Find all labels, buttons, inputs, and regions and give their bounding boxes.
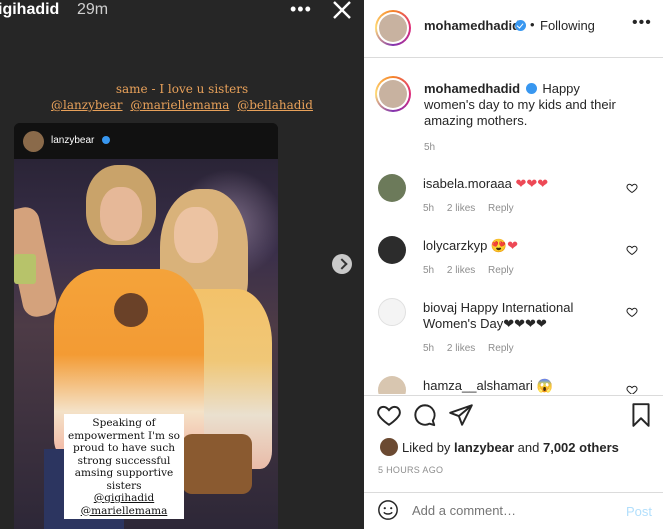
avatar[interactable] <box>378 236 406 264</box>
bag <box>114 293 148 327</box>
comment-body: hamza__alshamari 😱 <box>423 378 623 394</box>
comment-username[interactable]: biovaj <box>423 300 457 315</box>
divider <box>364 492 663 493</box>
author-username[interactable]: mohamedhadid <box>424 18 520 33</box>
comment-icon[interactable] <box>412 402 438 428</box>
more-icon[interactable]: ••• <box>632 14 652 32</box>
drink-glass <box>14 254 36 284</box>
heart-icon[interactable] <box>626 244 638 256</box>
emoji-icon[interactable] <box>377 499 399 521</box>
comment-meta: 5h 2 likes Reply <box>423 203 524 214</box>
liked-and: and <box>517 440 540 455</box>
more-icon[interactable]: ••• <box>290 0 312 18</box>
comment-item: hamza__alshamari 😱 <box>364 376 663 394</box>
overlay-line: Speaking of <box>92 417 156 429</box>
mention-link[interactable]: @gigihadid <box>67 492 181 505</box>
story-viewer: igihadid 29m ••• same - I love u sisters… <box>0 0 364 529</box>
story-mentions: @lanzybear @mariellemama @bellahadid <box>0 98 364 112</box>
liked-others[interactable]: 7,002 others <box>543 440 619 455</box>
comment-item: lolycarzkyp 😍❤ 5h 2 likes Reply <box>364 236 663 294</box>
overlay-line: sisters <box>106 479 142 492</box>
overlay-line: strong successful <box>77 454 171 467</box>
avatar[interactable] <box>23 131 44 152</box>
add-comment-input[interactable] <box>412 503 602 518</box>
overlay-line: proud to have such <box>72 442 176 454</box>
heart-icon[interactable] <box>626 182 638 194</box>
share-icon[interactable] <box>448 402 474 428</box>
story-caption: same - I love u sisters <box>115 82 249 96</box>
overlay-line: empowerment I'm so <box>68 429 180 442</box>
mention-link[interactable]: @mariellemama <box>130 98 229 112</box>
avatar[interactable] <box>379 80 407 108</box>
story-header: igihadid 29m ••• <box>0 0 364 22</box>
divider <box>364 57 663 58</box>
comment-text: 😍❤ <box>490 238 519 253</box>
heart-icon[interactable] <box>376 402 402 428</box>
reply-button[interactable]: Reply <box>488 265 514 276</box>
bookmark-icon[interactable] <box>628 402 654 428</box>
comment-username[interactable]: lolycarzkyp <box>423 238 487 253</box>
heart-icon[interactable] <box>626 306 638 318</box>
divider <box>364 395 663 396</box>
comment-body: isabela.moraaa ❤❤❤ <box>423 176 623 192</box>
overlay-line: amsing supportive <box>74 467 174 479</box>
post-caption: mohamedhadid Happy women's day to my kid… <box>424 81 634 129</box>
repost-username[interactable]: lanzybear <box>51 135 94 146</box>
liked-by-user[interactable]: lanzybear <box>454 440 514 455</box>
comment-likes[interactable]: 2 likes <box>447 343 475 354</box>
story-username[interactable]: igihadid <box>0 0 59 20</box>
person-face <box>174 207 218 263</box>
comment-body: biovaj Happy International Women's Day❤❤… <box>423 300 623 332</box>
comment-item: isabela.moraaa ❤❤❤ 5h 2 likes Reply <box>364 174 663 232</box>
comment-item: biovaj Happy International Women's Day❤❤… <box>364 298 663 356</box>
avatar[interactable] <box>378 376 406 394</box>
reply-button[interactable]: Reply <box>488 203 514 214</box>
next-arrow-icon[interactable] <box>332 254 352 274</box>
add-comment-row: Post <box>364 495 663 529</box>
repost-header: lanzybear <box>14 123 278 159</box>
verified-icon <box>102 136 110 144</box>
comment-likes[interactable]: 2 likes <box>447 203 475 214</box>
comment-text: ❤❤❤ <box>515 176 549 191</box>
verified-icon <box>515 20 526 31</box>
liked-by-text: Liked by lanzybear and 7,002 others <box>402 440 619 455</box>
comment-username[interactable]: hamza__alshamari <box>423 378 533 393</box>
caption-username[interactable]: mohamedhadid <box>424 81 520 96</box>
avatar[interactable] <box>378 298 406 326</box>
liked-by: Liked by lanzybear and 7,002 others <box>380 436 660 456</box>
photo-overlay-text: Speaking of empowerment I'm so proud to … <box>64 414 184 519</box>
mention-link[interactable]: @bellahadid <box>237 98 313 112</box>
avatar[interactable] <box>378 174 406 202</box>
following-button[interactable]: Following <box>540 18 595 33</box>
action-bar <box>364 402 663 434</box>
close-icon[interactable] <box>330 0 354 22</box>
separator-dot: • <box>530 17 535 32</box>
reposted-post[interactable]: lanzybear Speaking of empowerment I'm so… <box>14 123 278 529</box>
comment-body: lolycarzkyp 😍❤ <box>423 238 623 254</box>
comment-username[interactable]: isabela.moraaa <box>423 176 512 191</box>
comment-text: 😱 <box>536 378 553 393</box>
skirt <box>182 434 252 494</box>
verified-icon <box>525 83 537 94</box>
caption-time: 5h <box>424 142 436 153</box>
heart-icon[interactable] <box>626 384 638 394</box>
liked-prefix: Liked by <box>402 440 451 455</box>
comment-meta: 5h 2 likes Reply <box>423 265 524 276</box>
avatar[interactable] <box>380 438 398 456</box>
avatar[interactable] <box>379 14 407 42</box>
person-face <box>100 187 142 241</box>
mention-link[interactable]: @mariellemama <box>67 505 181 518</box>
comment-likes[interactable]: 2 likes <box>447 265 475 276</box>
post-time-ago: 5 HOURS AGO <box>378 465 444 475</box>
story-time: 29m <box>77 1 109 18</box>
mention-link[interactable]: @lanzybear <box>51 98 123 112</box>
reply-button[interactable]: Reply <box>488 343 514 354</box>
comment-time: 5h <box>423 265 435 276</box>
post-button[interactable]: Post <box>626 504 652 519</box>
comment-time: 5h <box>423 203 435 214</box>
story-photo: Speaking of empowerment I'm so proud to … <box>14 159 278 529</box>
comment-time: 5h <box>423 343 435 354</box>
comment-meta: 5h 2 likes Reply <box>423 343 524 354</box>
post-panel: mohamedhadid • Following ••• mohamedhadi… <box>364 0 663 529</box>
